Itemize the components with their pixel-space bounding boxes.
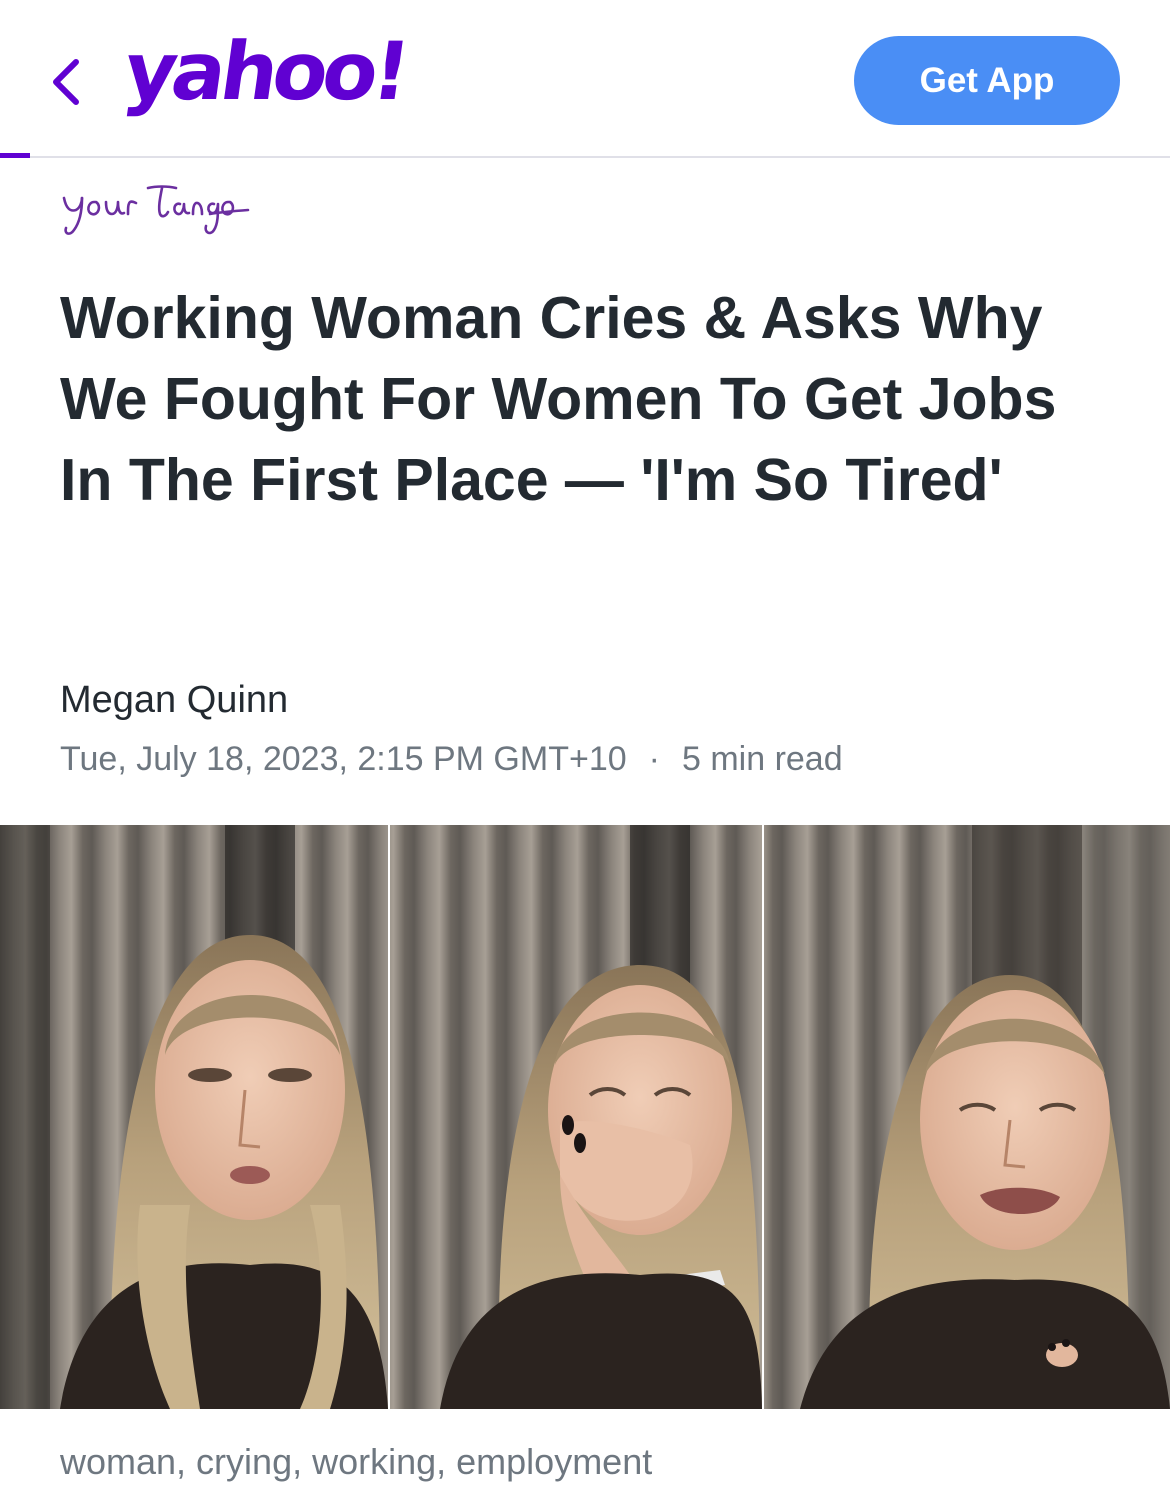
header-divider xyxy=(0,156,1170,158)
back-button[interactable] xyxy=(40,50,90,114)
yahoo-logo[interactable]: yahoo! xyxy=(118,22,412,122)
hero-photo-collage xyxy=(0,825,1170,1409)
get-app-button[interactable]: Get App xyxy=(854,36,1120,125)
article-meta: Tue, July 18, 2023, 2:15 PM GMT+10 · 5 min… xyxy=(60,735,843,783)
photo-panel-2 xyxy=(390,825,762,1409)
image-caption: woman, crying, working, employment xyxy=(60,1441,653,1482)
article-author[interactable]: Megan Quinn xyxy=(60,676,288,724)
meta-separator: · xyxy=(648,740,660,778)
reading-progress-bar xyxy=(0,153,30,158)
article-headline: Working Woman Cries & Asks Why We Fought… xyxy=(60,285,1057,513)
top-navigation-bar: yahoo! Get App xyxy=(0,0,1170,156)
publish-date: Tue, July 18, 2023, 2:15 PM GMT+10 xyxy=(60,740,627,778)
yourtango-logo-mark xyxy=(62,185,250,235)
read-time: 5 min read xyxy=(681,740,843,778)
article-hero-image[interactable] xyxy=(0,825,1170,1409)
photo-panel-1 xyxy=(0,825,388,1409)
provider-logo-yourtango[interactable] xyxy=(60,180,250,250)
photo-panel-3 xyxy=(764,825,1170,1409)
chevron-left-icon xyxy=(53,59,79,105)
